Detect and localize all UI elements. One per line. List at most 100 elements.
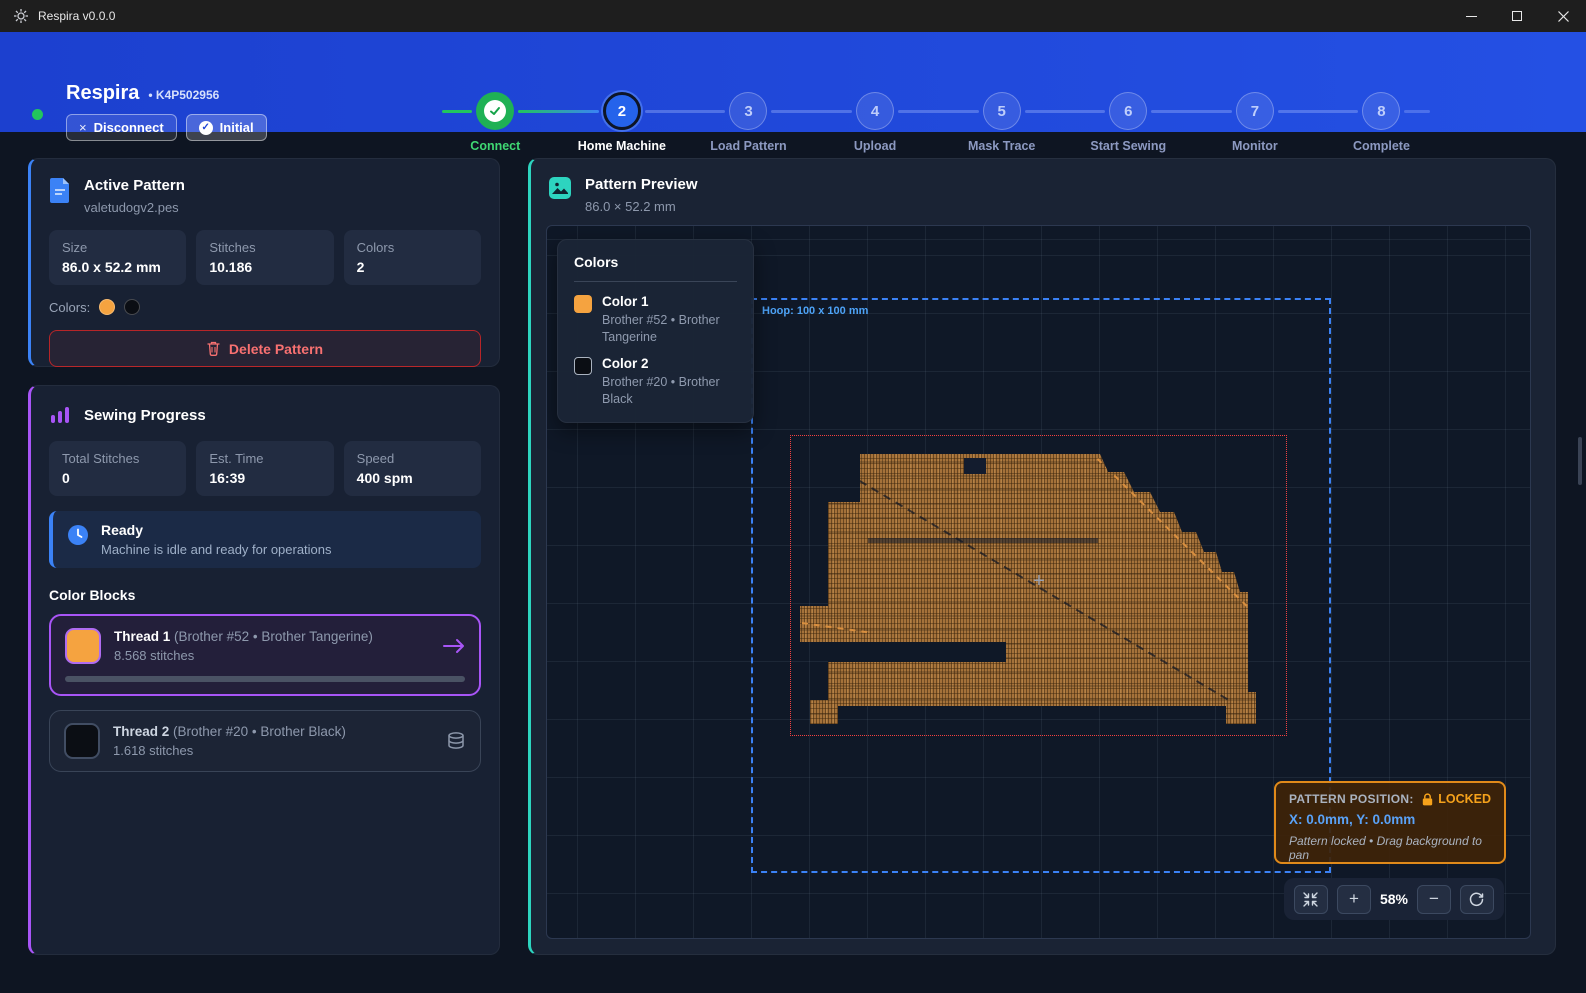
- step-home-machine[interactable]: 2 Home Machine: [559, 92, 686, 153]
- stat-value: 400 spm: [357, 470, 468, 486]
- step-upload[interactable]: 4 Upload: [812, 92, 939, 153]
- stat-value: 16:39: [209, 470, 320, 486]
- workflow-stepper: Connect 2 Home Machine 3 Load Pattern 4 …: [432, 92, 1445, 153]
- step-load-pattern[interactable]: 3 Load Pattern: [685, 92, 812, 153]
- active-pattern-card: Active Pattern valetudogv2.pes Size 86.0…: [28, 158, 500, 367]
- maximize-icon: [1512, 11, 1522, 21]
- thread-progress-bar: [65, 676, 465, 682]
- position-coords: X: 0.0mm, Y: 0.0mm: [1289, 812, 1491, 827]
- step-label: Upload: [854, 139, 896, 153]
- stat-label: Total Stitches: [62, 451, 173, 466]
- color-swatch-orange: [99, 299, 115, 315]
- stat-size: Size 86.0 x 52.2 mm: [49, 230, 186, 285]
- step-label: Home Machine: [578, 139, 666, 153]
- minimize-button[interactable]: [1448, 0, 1494, 32]
- position-label: PATTERN POSITION:: [1289, 792, 1414, 806]
- legend-entry-1: Color 1 Brother #52 • Brother Tangerine: [574, 294, 737, 346]
- stat-label: Est. Time: [209, 451, 320, 466]
- card-title: Active Pattern: [84, 177, 185, 194]
- legend-swatch: [574, 295, 592, 313]
- thread-row-1[interactable]: Thread 1 (Brother #52 • Brother Tangerin…: [49, 614, 481, 696]
- database-icon: [446, 731, 466, 751]
- image-icon: [548, 176, 572, 200]
- pattern-preview-panel: Pattern Preview 86.0 × 52.2 mm Hoop: 100…: [528, 158, 1556, 955]
- stat-label: Stitches: [209, 240, 320, 255]
- stat-value: 2: [357, 259, 468, 275]
- legend-color-detail: Brother #52 • Brother Tangerine: [602, 312, 737, 346]
- stat-colors: Colors 2: [344, 230, 481, 285]
- zoom-toolbar: + 58% −: [1284, 878, 1504, 920]
- step-complete[interactable]: 8 Complete: [1318, 92, 1445, 153]
- clock-icon: [67, 524, 89, 546]
- pattern-notch: [824, 642, 1006, 662]
- step-label: Connect: [470, 139, 520, 153]
- initial-label: Initial: [220, 120, 254, 135]
- stat-label: Size: [62, 240, 173, 255]
- window-title: Respira v0.0.0: [38, 9, 115, 23]
- step-mask-trace[interactable]: 5 Mask Trace: [938, 92, 1065, 153]
- app-header: Respira • K4P502956 × Disconnect ✓ Initi…: [0, 32, 1586, 132]
- check-circle-icon: [476, 92, 514, 130]
- reset-view-button[interactable]: [1460, 885, 1494, 914]
- fit-screen-icon: [1303, 892, 1318, 907]
- thread-detail: (Brother #52 • Brother Tangerine): [174, 629, 373, 644]
- color-swatch-black: [124, 299, 140, 315]
- zoom-level: 58%: [1380, 891, 1408, 907]
- legend-swatch: [574, 357, 592, 375]
- trash-icon: [207, 341, 220, 356]
- legend-color-name: Color 2: [602, 356, 737, 371]
- hoop-label: Hoop: 100 x 100 mm: [762, 305, 868, 317]
- bar-chart-icon: [49, 404, 71, 426]
- step-start-sewing[interactable]: 6 Start Sewing: [1065, 92, 1192, 153]
- zoom-in-button[interactable]: +: [1337, 885, 1371, 914]
- status-title: Ready: [101, 522, 332, 538]
- card-title: Sewing Progress: [84, 407, 206, 424]
- stat-label: Speed: [357, 451, 468, 466]
- step-label: Load Pattern: [710, 139, 786, 153]
- delete-pattern-button[interactable]: Delete Pattern: [49, 330, 481, 367]
- stat-value: 0: [62, 470, 173, 486]
- step-number: 2: [603, 92, 641, 130]
- app-gear-icon: [13, 8, 29, 24]
- plus-icon: +: [1349, 889, 1359, 909]
- legend-color-detail: Brother #20 • Brother Black: [602, 374, 737, 408]
- window-titlebar: Respira v0.0.0: [0, 0, 1586, 32]
- minus-icon: −: [1429, 889, 1439, 909]
- locked-label: LOCKED: [1438, 792, 1491, 806]
- center-crosshair-icon: +: [1030, 572, 1048, 590]
- disconnect-button[interactable]: × Disconnect: [66, 114, 177, 141]
- stat-label: Colors: [357, 240, 468, 255]
- preview-canvas[interactable]: Hoop: 100 x 100 mm + Colors Color 1 Brot…: [546, 225, 1531, 939]
- window-scrollbar-thumb[interactable]: [1578, 437, 1582, 485]
- preview-title: Pattern Preview: [585, 176, 698, 193]
- stat-speed: Speed 400 spm: [344, 441, 481, 496]
- thread-color-swatch: [64, 723, 100, 759]
- connection-status-dot: [32, 109, 43, 120]
- step-connect[interactable]: Connect: [432, 92, 559, 153]
- stat-est-time: Est. Time 16:39: [196, 441, 333, 496]
- thread-row-2[interactable]: Thread 2 (Brother #20 • Brother Black) 1…: [49, 710, 481, 772]
- thread-color-swatch: [65, 628, 101, 664]
- x-icon: ×: [79, 120, 87, 135]
- disconnect-label: Disconnect: [94, 120, 164, 135]
- pattern-filename: valetudogv2.pes: [84, 200, 185, 215]
- position-hint: Pattern locked • Drag background to pan: [1289, 834, 1491, 862]
- initial-button[interactable]: ✓ Initial: [186, 114, 267, 141]
- maximize-button[interactable]: [1494, 0, 1540, 32]
- brand-title: Respira: [66, 82, 139, 105]
- lock-icon: [1422, 793, 1433, 806]
- step-number: 4: [856, 92, 894, 130]
- fit-screen-button[interactable]: [1294, 885, 1328, 914]
- delete-pattern-label: Delete Pattern: [229, 341, 323, 357]
- step-monitor[interactable]: 7 Monitor: [1192, 92, 1319, 153]
- pattern-dark-mark: [964, 458, 986, 474]
- step-number: 6: [1109, 92, 1147, 130]
- zoom-out-button[interactable]: −: [1417, 885, 1451, 914]
- stat-total-stitches: Total Stitches 0: [49, 441, 186, 496]
- colors-legend: Colors Color 1 Brother #52 • Brother Tan…: [557, 239, 754, 423]
- close-button[interactable]: [1540, 0, 1586, 32]
- thread-name: Thread 1: [114, 629, 170, 644]
- file-text-icon: [49, 177, 71, 203]
- close-icon: [1558, 11, 1569, 22]
- legend-color-name: Color 1: [602, 294, 737, 309]
